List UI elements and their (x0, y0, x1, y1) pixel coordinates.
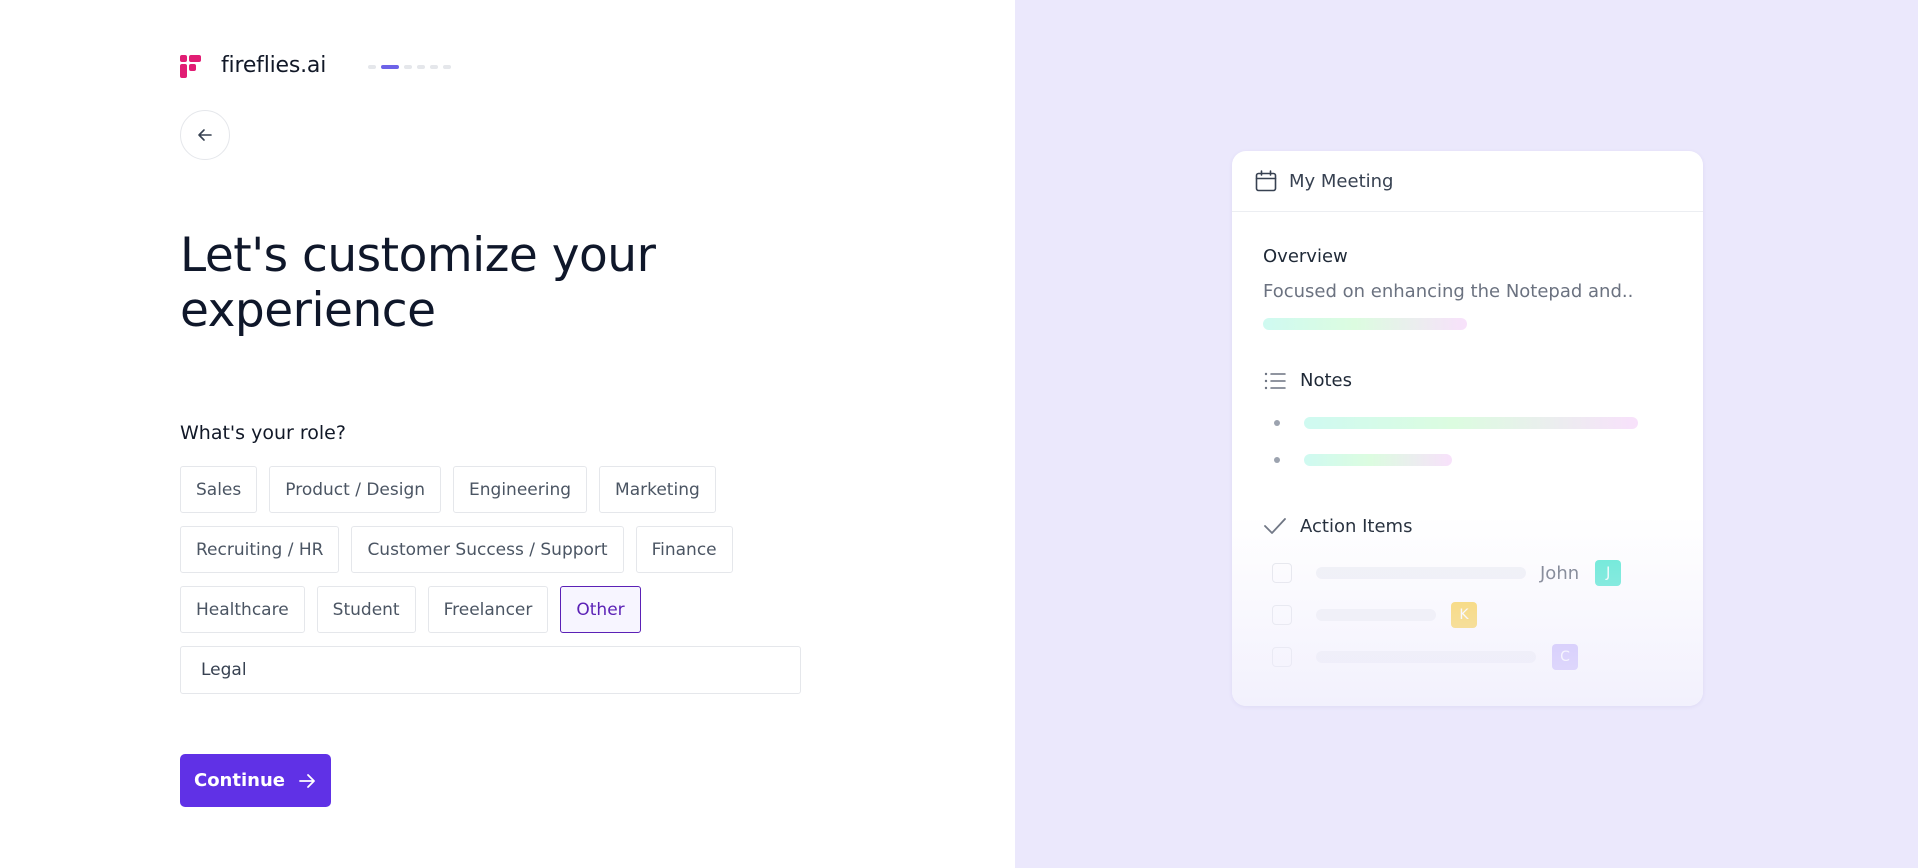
meeting-preview-card: My Meeting Overview Focused on enhancing… (1232, 151, 1703, 706)
note-placeholder-bar (1304, 454, 1452, 466)
note-placeholder-bar (1304, 417, 1638, 429)
role-option[interactable]: Customer Success / Support (351, 526, 624, 573)
note-bullet (1274, 457, 1280, 463)
action-item-checkbox (1272, 647, 1292, 667)
continue-button[interactable]: Continue (180, 754, 331, 807)
action-item-placeholder-bar (1316, 609, 1436, 621)
fireflies-logo-icon (180, 50, 206, 80)
overview-label: Overview (1263, 246, 1348, 267)
left-panel: fireflies.ai Let's customize your experi… (0, 0, 1015, 868)
progress-step (443, 65, 451, 69)
onboarding-progress (368, 65, 451, 69)
progress-step (430, 65, 438, 69)
action-item-checkbox (1272, 605, 1292, 625)
assignee-avatar: C (1552, 644, 1578, 670)
role-option[interactable]: Other (560, 586, 641, 633)
notes-label: Notes (1300, 370, 1352, 391)
role-options: Sales Product / Design Engineering Marketin… (180, 466, 820, 646)
arrow-left-icon (198, 129, 212, 141)
action-item-checkbox (1272, 563, 1292, 583)
continue-label: Continue (193, 770, 285, 791)
overview-placeholder-bar (1263, 318, 1467, 330)
assignee-avatar: K (1451, 602, 1477, 628)
role-option[interactable]: Finance (635, 526, 733, 573)
list-icon (1264, 372, 1286, 390)
action-item-placeholder-bar (1316, 567, 1526, 579)
role-option[interactable]: Marketing (599, 466, 716, 513)
role-option-row: Recruiting / HR Customer Success / Suppor… (180, 526, 820, 573)
role-option[interactable]: Engineering (453, 466, 588, 513)
calendar-icon (1255, 170, 1277, 192)
role-option[interactable]: Healthcare (180, 586, 305, 633)
role-option[interactable]: Student (316, 586, 416, 633)
check-icon (1264, 518, 1286, 534)
overview-text: Focused on enhancing the Notepad and.. (1263, 281, 1634, 302)
note-bullet (1274, 420, 1280, 426)
brand-name: fireflies.ai (221, 52, 327, 78)
arrow-right-icon (299, 773, 315, 788)
progress-step (368, 65, 376, 69)
role-option-row: Healthcare Student Freelancer Other (180, 586, 820, 633)
role-option-row: Sales Product / Design Engineering Marketin… (180, 466, 820, 513)
assignee-avatar: J (1595, 560, 1622, 586)
page-title: Let's customize your experience (180, 228, 656, 338)
role-option[interactable]: Product / Design (269, 466, 442, 513)
progress-step (404, 65, 412, 69)
action-item-row: K (1272, 602, 1477, 628)
action-item-row: John J (1272, 560, 1622, 586)
progress-step (381, 65, 399, 69)
action-item-placeholder-bar (1316, 651, 1536, 663)
action-item-row: C (1272, 644, 1578, 670)
role-option[interactable]: Freelancer (427, 586, 549, 633)
action-items-label: Action Items (1300, 516, 1413, 537)
back-button[interactable] (180, 110, 230, 160)
brand-logo[interactable]: fireflies.ai (180, 50, 326, 80)
role-question: What's your role? (180, 422, 346, 444)
assignee-name: John (1540, 562, 1580, 584)
role-option[interactable]: Sales (180, 466, 258, 513)
meeting-title: My Meeting (1289, 170, 1394, 192)
role-option[interactable]: Recruiting / HR (180, 526, 340, 573)
progress-step (417, 65, 425, 69)
card-header: My Meeting (1232, 151, 1703, 212)
other-role-input[interactable] (180, 646, 801, 694)
